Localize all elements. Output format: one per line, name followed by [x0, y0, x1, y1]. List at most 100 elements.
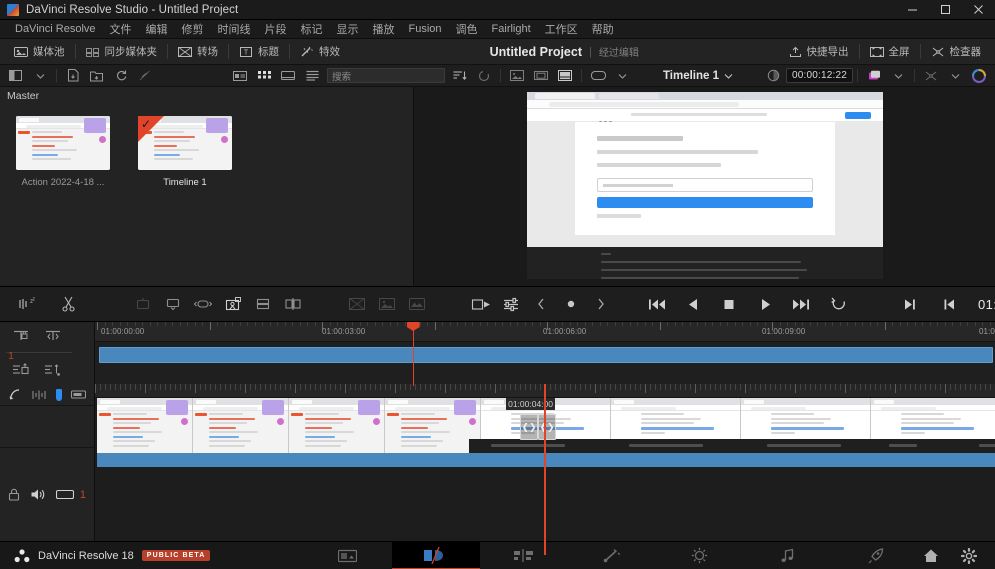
close-button[interactable]: [962, 0, 995, 20]
flag-icon[interactable]: [71, 389, 86, 400]
overview-clip[interactable]: [99, 347, 993, 363]
transitions-button[interactable]: 转场: [170, 41, 226, 63]
overview-video-track[interactable]: 1: [95, 343, 995, 383]
title-icon[interactable]: [372, 289, 402, 319]
timeline-timecode[interactable]: 01:00:04:19: [978, 297, 995, 312]
project-timecode[interactable]: 00:00:12:22: [786, 68, 853, 83]
lock-track-icon[interactable]: [6, 326, 36, 346]
append-icon[interactable]: [158, 289, 188, 319]
color-page-button[interactable]: [656, 542, 744, 569]
menu-item-fairlight[interactable]: Fairlight: [485, 20, 538, 39]
sync-bin-button[interactable]: 同步媒体夹: [78, 41, 166, 63]
transition-icon[interactable]: [342, 289, 372, 319]
menu-item-workspace[interactable]: 工作区: [538, 20, 585, 39]
timeline-ruler[interactable]: 01:00:00:00 01:00:03:00 01:00:06:00 01:0…: [95, 322, 995, 342]
export-icon[interactable]: [466, 289, 496, 319]
media-pool-item[interactable]: ✓ Timeline 1: [136, 116, 234, 286]
menu-item-view[interactable]: 显示: [330, 20, 366, 39]
menu-item-fusion[interactable]: Fusion: [402, 20, 449, 39]
menu-item-clip[interactable]: 片段: [258, 20, 294, 39]
menu-item-resolve[interactable]: DaVinci Resolve: [8, 20, 103, 39]
thumbnail-view-button[interactable]: [252, 67, 276, 85]
media-page-button[interactable]: [304, 542, 392, 569]
inspector-button[interactable]: 检查器: [923, 41, 990, 63]
place-on-top-icon[interactable]: [248, 289, 278, 319]
single-viewer-button[interactable]: [505, 67, 529, 85]
chevron-down-icon[interactable]: [610, 67, 634, 85]
playhead[interactable]: [413, 322, 414, 386]
reverse-play-icon[interactable]: [678, 289, 708, 319]
ripple-overwrite-icon[interactable]: [188, 289, 218, 319]
playhead[interactable]: [544, 384, 546, 555]
deliver-page-button[interactable]: [832, 542, 920, 569]
trim-handle-left[interactable]: ❰❯: [520, 414, 538, 440]
marker-icon[interactable]: [56, 389, 62, 401]
sort-button[interactable]: [448, 67, 472, 85]
import-media-button[interactable]: [61, 67, 85, 85]
media-thumbnail[interactable]: [16, 116, 110, 170]
effects-button[interactable]: 特效: [292, 41, 348, 63]
timecode-mode-icon[interactable]: [762, 67, 786, 85]
cut-page-button[interactable]: [392, 542, 480, 569]
list-view-button[interactable]: [300, 67, 324, 85]
timeline-selector[interactable]: Timeline 1: [663, 70, 733, 82]
unlink-button[interactable]: [133, 67, 157, 85]
jump-start-icon[interactable]: [642, 289, 672, 319]
audio-waveform-icon[interactable]: [31, 389, 47, 401]
snapping-icon[interactable]: zz: [12, 289, 42, 319]
maximize-button[interactable]: [929, 0, 962, 20]
prev-edit-icon[interactable]: [526, 289, 556, 319]
move-clip-down-icon[interactable]: [38, 360, 68, 380]
stop-icon[interactable]: [714, 289, 744, 319]
viewer-panel[interactable]: [414, 87, 995, 286]
move-clip-up-icon[interactable]: [6, 360, 36, 380]
loop-icon[interactable]: [824, 289, 854, 319]
filmstrip-view-button[interactable]: [276, 67, 300, 85]
fusion-page-button[interactable]: [568, 542, 656, 569]
search-input[interactable]: 搜索: [327, 68, 445, 83]
audio-track-header[interactable]: [0, 406, 94, 448]
timeline-overview-track[interactable]: 01:00:00:00 01:00:03:00 01:00:06:00 01:0…: [95, 322, 995, 384]
trim-edit-icon[interactable]: [8, 388, 22, 402]
dual-viewer-button[interactable]: [529, 67, 553, 85]
audio-clip[interactable]: [97, 453, 995, 467]
sync-icon[interactable]: [402, 289, 432, 319]
menu-item-edit[interactable]: 编辑: [139, 20, 175, 39]
fairlight-page-button[interactable]: [744, 542, 832, 569]
chevron-down-icon[interactable]: [886, 67, 910, 85]
chevron-down-icon[interactable]: [28, 67, 52, 85]
play-icon[interactable]: [750, 289, 780, 319]
color-wheel-button[interactable]: [967, 67, 991, 85]
aspect-ratio-button[interactable]: [586, 67, 610, 85]
minimize-button[interactable]: [896, 0, 929, 20]
new-bin-button[interactable]: [85, 67, 109, 85]
menu-item-timeline[interactable]: 时间线: [211, 20, 258, 39]
trim-handle-right[interactable]: ❰❯: [538, 414, 556, 440]
timeline-detail-tracks[interactable]: ❰❯ ❰❯ 01:00:04:00: [95, 384, 995, 541]
edit-page-button[interactable]: [480, 542, 568, 569]
settings-icon[interactable]: [961, 548, 977, 564]
quick-export-button[interactable]: 快捷导出: [781, 41, 857, 63]
chevron-down-icon[interactable]: [943, 67, 967, 85]
menu-item-file[interactable]: 文件: [103, 20, 139, 39]
smart-insert-icon[interactable]: [128, 289, 158, 319]
home-icon[interactable]: [923, 548, 939, 563]
color-tag-button[interactable]: [862, 67, 886, 85]
pool-layout-button[interactable]: [4, 67, 28, 85]
fullscreen-button[interactable]: 全屏: [862, 41, 918, 63]
sizing-button[interactable]: [919, 67, 943, 85]
refresh-button[interactable]: [109, 67, 133, 85]
media-pool-item[interactable]: Action 2022-4-18 ...: [14, 116, 112, 286]
metadata-view-button[interactable]: [228, 67, 252, 85]
titles-button[interactable]: T 标题: [231, 41, 287, 63]
menu-item-trim[interactable]: 修剪: [175, 20, 211, 39]
menu-item-help[interactable]: 帮助: [585, 20, 621, 39]
video-monitor-icon[interactable]: [56, 488, 74, 501]
speaker-icon[interactable]: [30, 488, 46, 501]
timeline-viewer-button[interactable]: [553, 67, 577, 85]
razor-icon[interactable]: [54, 289, 84, 319]
menu-item-color[interactable]: 调色: [449, 20, 485, 39]
mark-in-icon[interactable]: [934, 289, 964, 319]
record-icon[interactable]: [556, 289, 586, 319]
lock-icon[interactable]: [8, 488, 20, 501]
